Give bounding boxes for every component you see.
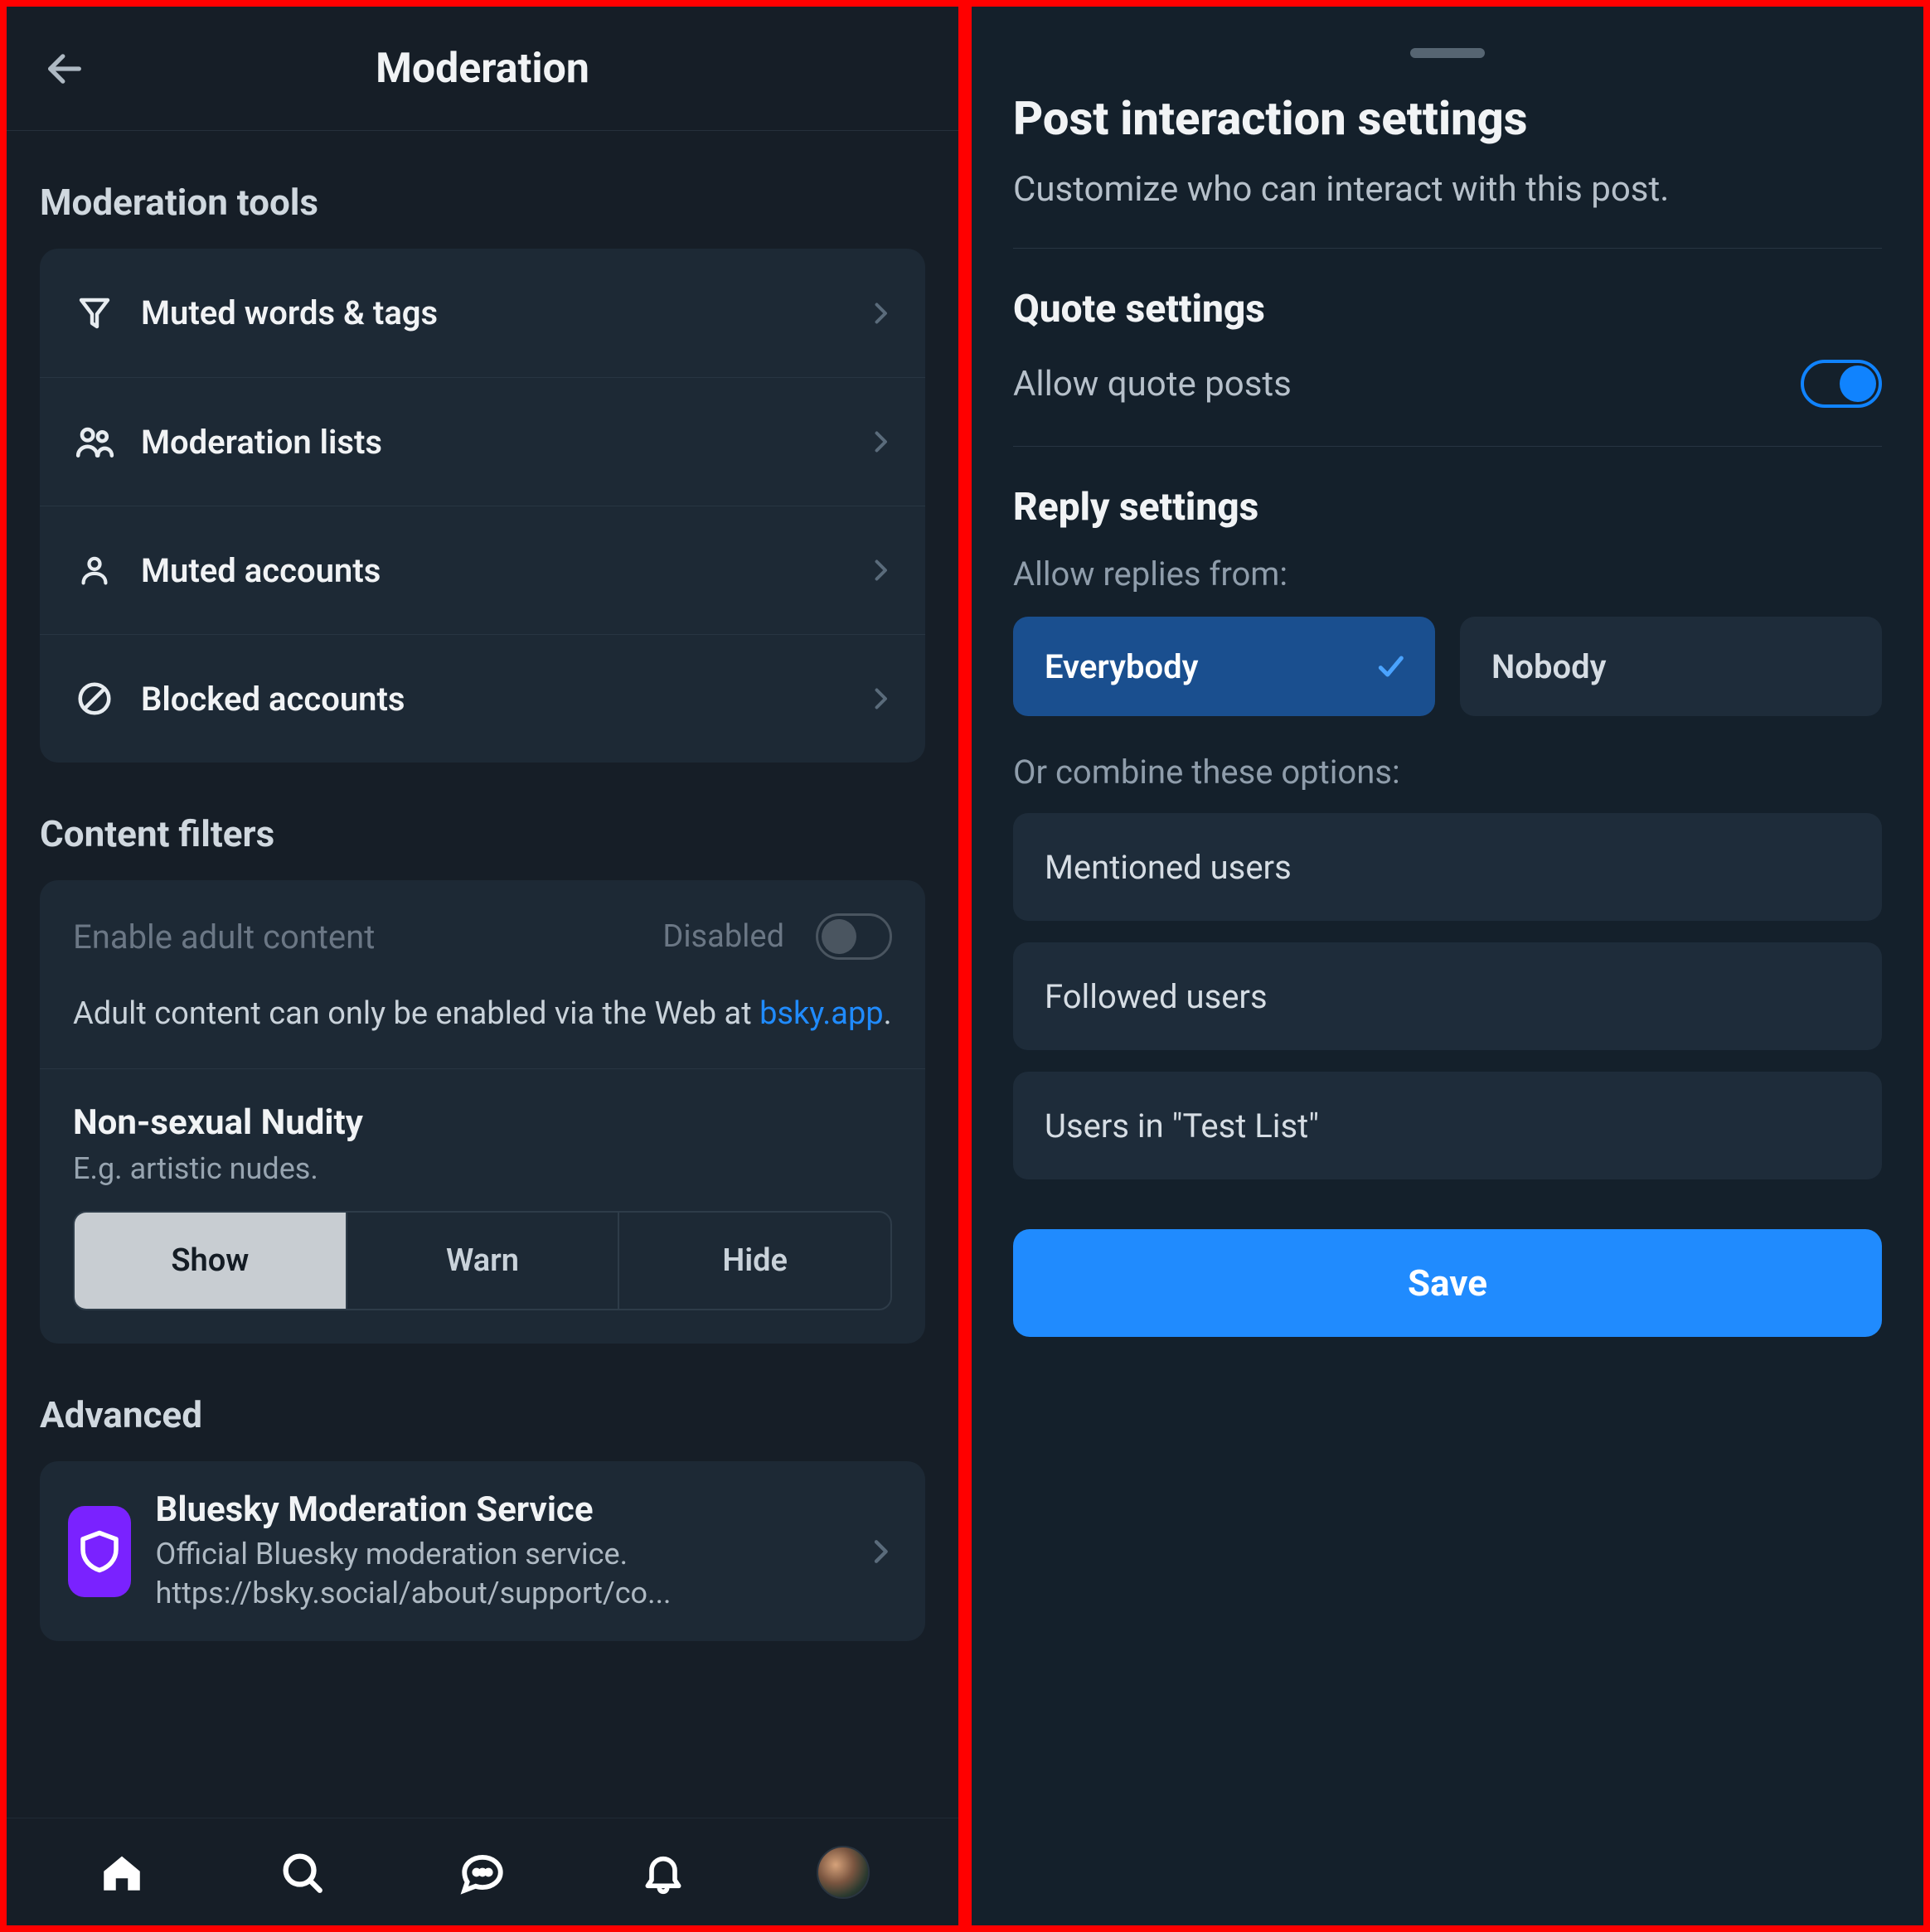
- opt-mentioned[interactable]: Mentioned users: [1013, 813, 1882, 921]
- row-moderation-lists[interactable]: Moderation lists: [40, 377, 925, 506]
- filter-icon: [70, 293, 119, 333]
- row-label: Muted words & tags: [119, 293, 866, 332]
- quote-toggle[interactable]: [1801, 360, 1882, 408]
- combine-label: Or combine these options:: [1013, 753, 1882, 792]
- person-icon: [70, 551, 119, 589]
- adult-note: Adult content can only be enabled via th…: [73, 993, 892, 1035]
- adult-label: Enable adult content: [73, 918, 375, 956]
- nudity-segmented: Show Warn Hide: [73, 1211, 892, 1310]
- row-label: Blocked accounts: [119, 680, 866, 719]
- adult-note-prefix: Adult content can only be enabled via th…: [73, 995, 759, 1032]
- tab-chat[interactable]: [453, 1843, 512, 1901]
- quote-row: Allow quote posts: [1013, 360, 1882, 408]
- quote-label: Allow quote posts: [1013, 364, 1292, 404]
- tab-profile[interactable]: [814, 1843, 872, 1901]
- reply-from-label: Allow replies from:: [1013, 554, 1882, 593]
- seg-warn[interactable]: Warn: [346, 1213, 618, 1309]
- tools-card: Muted words & tags Moderation lists Mute…: [40, 249, 925, 763]
- adult-note-suffix: .: [884, 995, 892, 1032]
- row-label: Muted accounts: [119, 551, 866, 590]
- section-filters-title: Content filters: [40, 812, 925, 855]
- chat-icon: [458, 1848, 507, 1896]
- seg-hide[interactable]: Hide: [618, 1213, 890, 1309]
- service-desc: Official Bluesky moderation service. htt…: [156, 1535, 839, 1613]
- sheet-handle[interactable]: [1410, 48, 1485, 58]
- chip-nobody[interactable]: Nobody: [1460, 617, 1882, 716]
- back-button[interactable]: [40, 44, 90, 94]
- reply-heading: Reply settings: [1013, 485, 1882, 530]
- filter-nudity-title: Non-sexual Nudity: [73, 1102, 892, 1143]
- check-icon: [1374, 650, 1407, 683]
- reply-options: Everybody Nobody: [1013, 617, 1882, 716]
- adult-state: Disabled: [662, 918, 784, 955]
- adult-content-card: Enable adult content Disabled Adult cont…: [40, 880, 925, 1344]
- bsky-link[interactable]: bsky.app: [759, 995, 884, 1032]
- chip-label: Everybody: [1045, 647, 1199, 686]
- service-title: Bluesky Moderation Service: [156, 1489, 839, 1530]
- divider: [1013, 248, 1882, 249]
- section-advanced-title: Advanced: [40, 1393, 925, 1436]
- chevron-right-icon: [866, 298, 895, 328]
- chip-everybody[interactable]: Everybody: [1013, 617, 1435, 716]
- row-muted-accounts[interactable]: Muted accounts: [40, 506, 925, 634]
- toggle-knob: [822, 919, 856, 954]
- moderation-service-row[interactable]: Bluesky Moderation Service Official Blue…: [40, 1461, 925, 1641]
- row-blocked-accounts[interactable]: Blocked accounts: [40, 634, 925, 763]
- moderation-screen: Moderation Moderation tools Muted words …: [5, 5, 960, 1927]
- opt-followed[interactable]: Followed users: [1013, 942, 1882, 1050]
- row-label: Moderation lists: [119, 423, 866, 462]
- adult-toggle[interactable]: [816, 913, 892, 960]
- chip-label: Nobody: [1491, 647, 1606, 686]
- shield-icon: [68, 1506, 131, 1597]
- service-text: Bluesky Moderation Service Official Blue…: [156, 1489, 839, 1613]
- chevron-right-icon: [866, 555, 895, 585]
- avatar: [817, 1846, 870, 1899]
- page-title: Moderation: [90, 45, 875, 93]
- save-button[interactable]: Save: [1013, 1229, 1882, 1337]
- toggle-knob: [1840, 366, 1876, 402]
- tab-notifications[interactable]: [634, 1843, 692, 1901]
- chevron-right-icon: [866, 684, 895, 714]
- bell-icon: [640, 1849, 686, 1896]
- chevron-right-icon: [864, 1535, 897, 1568]
- chevron-right-icon: [866, 427, 895, 457]
- seg-show[interactable]: Show: [75, 1213, 346, 1309]
- section-tools-title: Moderation tools: [40, 181, 925, 224]
- quote-heading: Quote settings: [1013, 287, 1882, 332]
- block-icon: [70, 680, 119, 718]
- combine-options: Mentioned users Followed users Users in …: [1013, 813, 1882, 1179]
- tab-search[interactable]: [273, 1843, 331, 1901]
- tab-bar: [7, 1818, 958, 1925]
- header: Moderation: [7, 7, 958, 131]
- divider: [1013, 446, 1882, 447]
- divider: [40, 1068, 925, 1069]
- opt-test-list[interactable]: Users in "Test List": [1013, 1072, 1882, 1179]
- chevron-wrap: [864, 1535, 897, 1568]
- filter-nudity-sub: E.g. artistic nudes.: [73, 1151, 892, 1186]
- users-icon: [70, 421, 119, 462]
- tab-home[interactable]: [93, 1843, 151, 1901]
- arrow-left-icon: [43, 47, 86, 90]
- post-interaction-sheet: Post interaction settings Customize who …: [970, 5, 1925, 1927]
- search-icon: [278, 1848, 326, 1896]
- sheet-subtitle: Customize who can interact with this pos…: [1013, 169, 1882, 210]
- sheet-title: Post interaction settings: [1013, 91, 1882, 146]
- row-muted-words[interactable]: Muted words & tags: [40, 249, 925, 377]
- home-icon: [98, 1848, 146, 1896]
